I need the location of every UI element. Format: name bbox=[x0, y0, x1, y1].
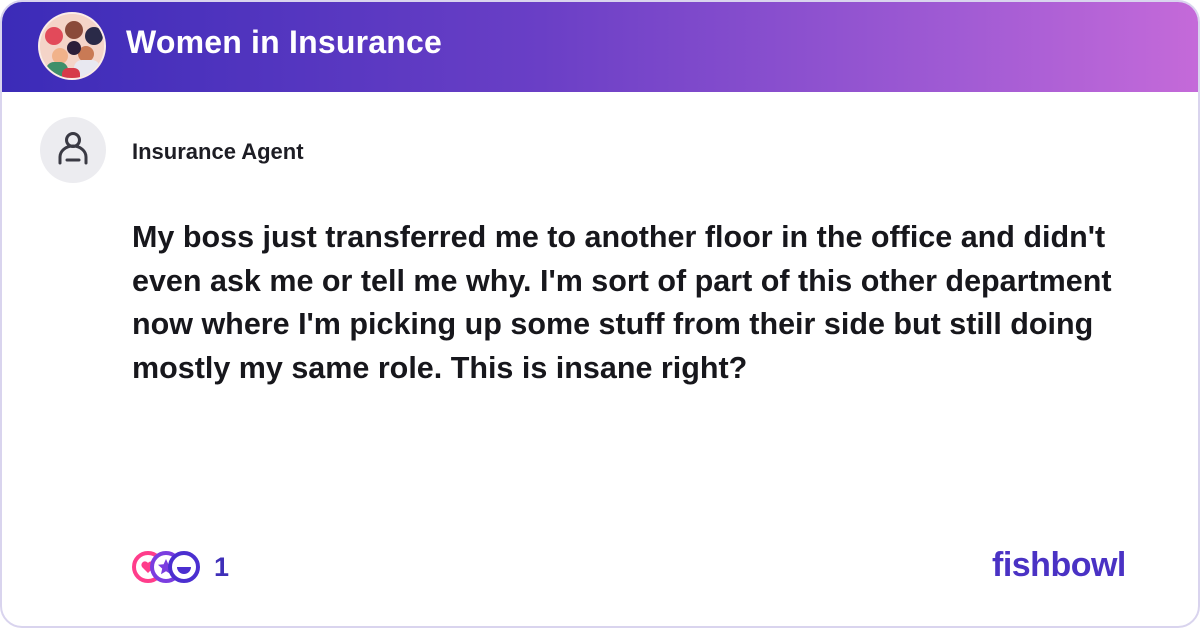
bowl-header: Women in Insurance bbox=[2, 2, 1198, 92]
post-text: My boss just transferred me to another f… bbox=[132, 220, 1112, 385]
reactions-bar[interactable]: 1 bbox=[132, 550, 229, 584]
bowl-avatar[interactable] bbox=[38, 12, 106, 80]
author-name: Insurance Agent bbox=[132, 139, 304, 164]
reaction-count[interactable]: 1 bbox=[214, 552, 229, 583]
person-icon bbox=[58, 132, 88, 165]
reaction-icons[interactable] bbox=[132, 550, 200, 584]
bowl-illustration-icon bbox=[40, 14, 104, 78]
bowl-title[interactable]: Women in Insurance bbox=[126, 24, 442, 61]
laugh-reaction-icon bbox=[168, 551, 200, 583]
post-card: Women in Insurance Insurance Agent My bo… bbox=[0, 0, 1200, 628]
fishbowl-logo: fishbowl bbox=[992, 546, 1126, 584]
author-avatar bbox=[40, 117, 106, 183]
